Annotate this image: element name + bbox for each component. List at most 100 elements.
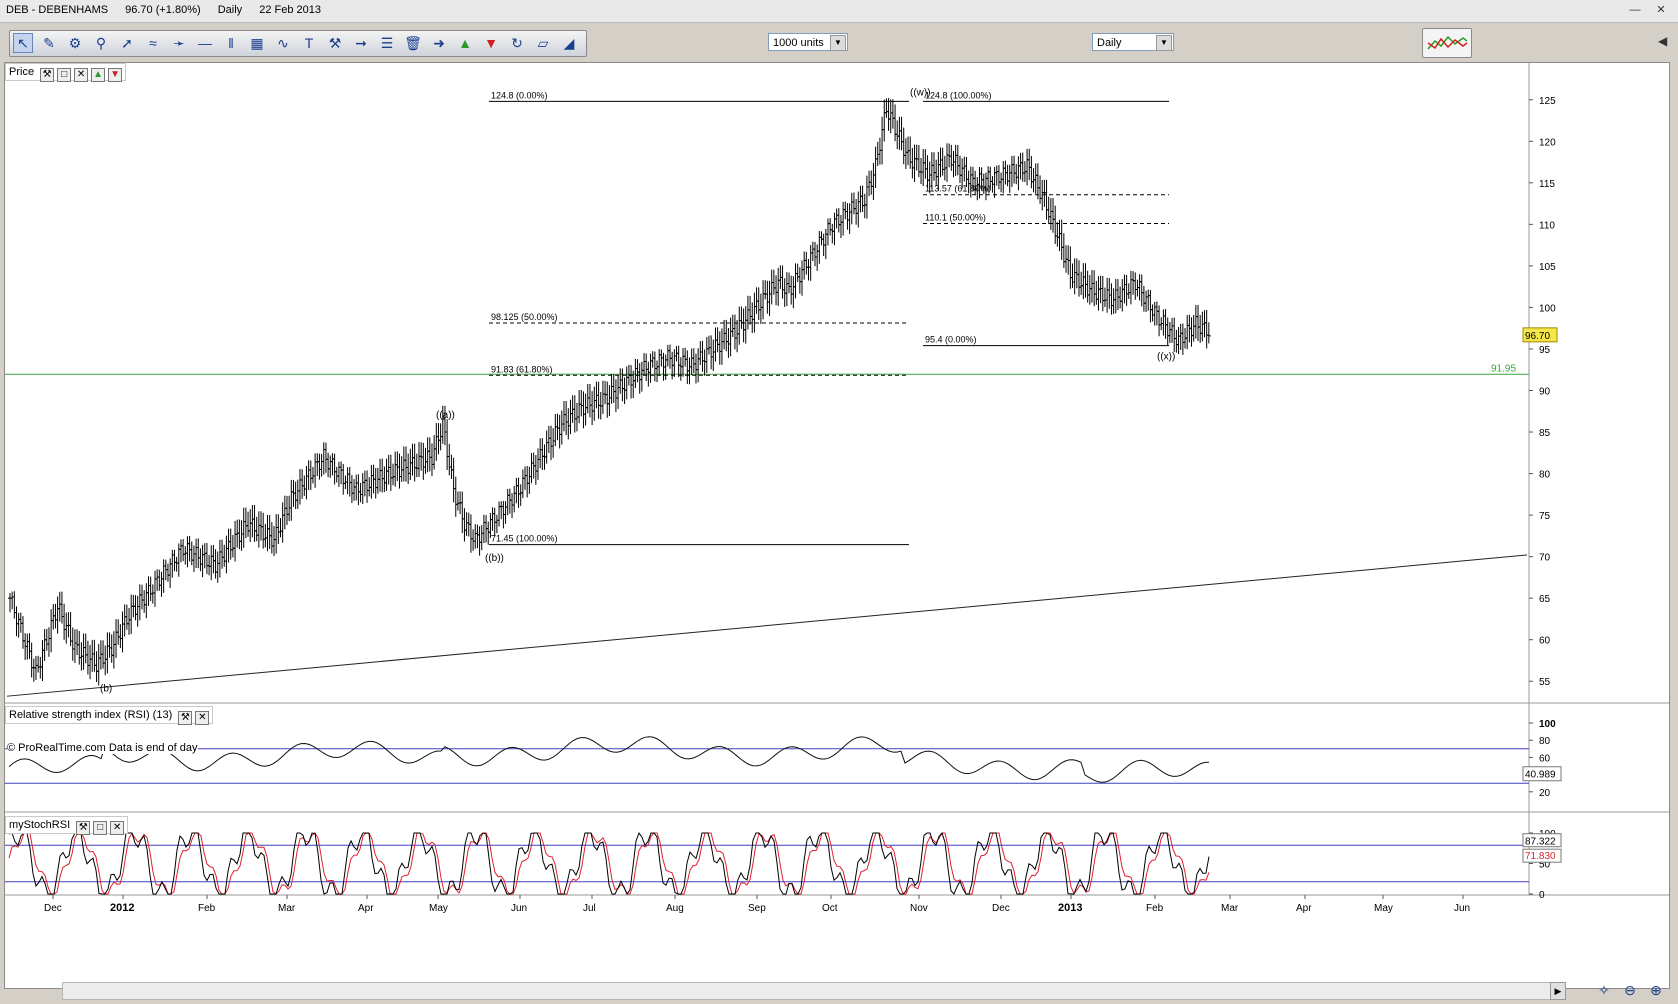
trendline-icon[interactable]: ➛ xyxy=(169,33,189,53)
ohlc-bar xyxy=(678,357,683,381)
channel-icon[interactable]: ≈ xyxy=(143,33,163,53)
gann-icon[interactable]: ◢ xyxy=(559,33,579,53)
units-select[interactable]: 1000 units ▼ xyxy=(768,33,848,51)
ohlc-bar xyxy=(1044,179,1049,220)
horizontal-line-icon[interactable]: — xyxy=(195,33,215,53)
ohlc-bar xyxy=(276,514,281,545)
ohlc-bar xyxy=(724,319,729,352)
down-arrow-icon[interactable]: ▼ xyxy=(481,33,501,53)
cycle-icon[interactable]: ↻ xyxy=(507,33,527,53)
ohlc-bar xyxy=(726,327,731,358)
window-icon[interactable]: □ xyxy=(57,68,72,82)
chart-style-button[interactable] xyxy=(1422,28,1472,58)
ohlc-bar xyxy=(406,453,411,484)
ohlc-bar xyxy=(551,428,556,458)
close-panel-icon[interactable]: ✕ xyxy=(110,821,125,835)
zoom-icon[interactable]: ⚲ xyxy=(91,33,111,53)
ohlc-bar xyxy=(901,127,906,165)
ohlc-bar xyxy=(579,390,584,417)
ohlc-bar xyxy=(1167,321,1172,344)
ohlc-bar xyxy=(812,242,817,267)
ohlc-bar xyxy=(938,147,943,178)
wrench-icon[interactable]: ⚒ xyxy=(40,68,55,82)
ohlc-bar xyxy=(1016,156,1021,191)
ohlc-bar xyxy=(373,468,378,499)
side-panel-toggle-icon[interactable]: ◀ xyxy=(1658,34,1674,54)
move-down-icon[interactable]: ▼ xyxy=(108,68,123,82)
scroll-right-icon[interactable]: ▶ xyxy=(1550,982,1566,1000)
ohlc-bar xyxy=(124,604,129,630)
ohlc-bar xyxy=(583,393,588,426)
ohlc-bar xyxy=(711,339,716,371)
close-icon[interactable]: ✕ xyxy=(1654,4,1668,16)
ohlc-bar xyxy=(871,162,876,200)
period-select[interactable]: Daily ▼ xyxy=(1092,33,1174,51)
ohlc-bar xyxy=(317,453,322,480)
ohlc-bar xyxy=(1189,317,1194,347)
ohlc-bar xyxy=(830,223,835,244)
fan-icon[interactable]: ☰ xyxy=(377,33,397,53)
ohlc-bar xyxy=(339,461,344,485)
ohlc-bar xyxy=(127,607,132,635)
text-icon[interactable]: T xyxy=(299,33,319,53)
ohlc-bar xyxy=(999,172,1004,193)
arrow-line-icon[interactable]: ➞ xyxy=(351,33,371,53)
ohlc-bar xyxy=(832,212,837,246)
ohlc-bar xyxy=(155,569,160,592)
zoom-in-icon[interactable]: ⊕ xyxy=(1646,981,1666,999)
ohlc-bar xyxy=(1048,198,1053,230)
zoom-out-icon[interactable]: ⊖ xyxy=(1620,981,1640,999)
line-icon[interactable]: ➚ xyxy=(117,33,137,53)
ohlc-bar xyxy=(12,591,17,619)
time-scrollbar[interactable] xyxy=(62,982,1566,1000)
chevron-down-icon[interactable]: ▼ xyxy=(1156,35,1172,51)
ruler-icon[interactable]: ✎ xyxy=(39,33,59,53)
ohlc-bar xyxy=(486,521,491,545)
ohlc-bar xyxy=(817,230,822,264)
ohlc-bar xyxy=(416,442,421,477)
minimize-icon[interactable]: — xyxy=(1628,4,1642,16)
fibonacci-icon[interactable]: ▦ xyxy=(247,33,267,53)
ohlc-bar xyxy=(1148,289,1153,323)
ohlc-bar xyxy=(1038,175,1043,204)
ohlc-bar xyxy=(1185,315,1190,350)
hammer-icon[interactable]: ⚒ xyxy=(325,33,345,53)
cursor-icon[interactable]: ↖ xyxy=(13,33,33,53)
ohlc-bar xyxy=(665,344,670,367)
ohlc-bar xyxy=(789,275,794,305)
wrench-icon[interactable]: ⚒ xyxy=(178,711,193,725)
ohlc-bar xyxy=(1198,315,1203,343)
pitchfork-icon[interactable]: ▱ xyxy=(533,33,553,53)
window-icon[interactable]: □ xyxy=(93,821,108,835)
fibonacci-label: 98.125 (50.00%) xyxy=(491,312,558,322)
chevron-down-icon[interactable]: ▼ xyxy=(830,35,846,51)
wave-icon[interactable]: ∿ xyxy=(273,33,293,53)
close-panel-icon[interactable]: ✕ xyxy=(195,711,210,725)
ohlc-bar xyxy=(860,185,865,212)
up-arrow-icon[interactable]: ▲ xyxy=(455,33,475,53)
ohlc-bar xyxy=(845,203,850,230)
trash-icon[interactable]: 🗑 xyxy=(403,33,423,53)
chart-canvas: 55 60 65 70 75 80 85 90 95 100 105 110 115 120 125 Dec 2… xyxy=(5,63,1669,914)
move-up-icon[interactable]: ▲ xyxy=(91,68,106,82)
alarm-icon[interactable]: ⚙ xyxy=(65,33,85,53)
vertical-line-icon[interactable]: ‖ xyxy=(221,33,241,53)
ohlc-bar xyxy=(890,99,895,129)
ohlc-bar xyxy=(514,478,519,504)
close-panel-icon[interactable]: ✕ xyxy=(74,68,89,82)
ohlc-bar xyxy=(284,495,289,525)
ohlc-bar xyxy=(516,477,521,508)
ohlc-bar xyxy=(252,504,257,542)
wrench-icon[interactable]: ⚒ xyxy=(76,821,91,835)
ohlc-bar xyxy=(280,502,285,543)
ohlc-bar xyxy=(101,640,106,669)
ohlc-bar xyxy=(120,611,125,653)
right-arrow-icon[interactable]: ➜ xyxy=(429,33,449,53)
ohlc-bar xyxy=(31,658,36,682)
ohlc-bar xyxy=(375,467,380,494)
ohlc-bar xyxy=(165,563,170,582)
zoom-fit-icon[interactable]: ✧ xyxy=(1594,981,1614,999)
ohlc-bar xyxy=(735,319,740,353)
ohlc-bar xyxy=(1124,274,1129,306)
ohlc-bar xyxy=(159,571,164,597)
